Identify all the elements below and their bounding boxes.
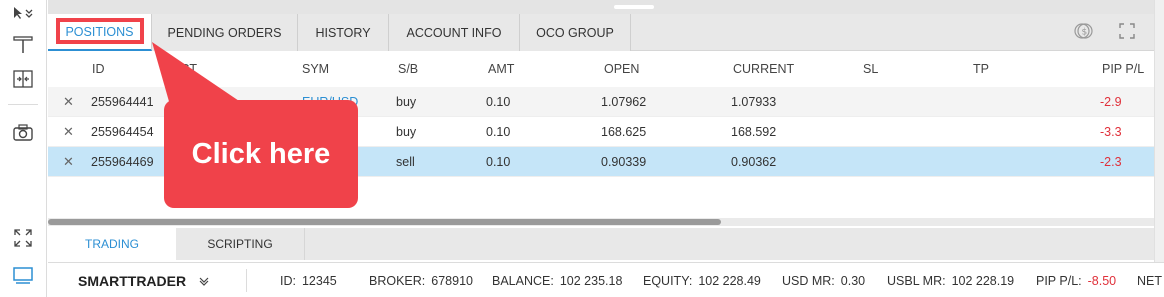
bottom-tab-bar: TRADING SCRIPTING [48, 228, 1154, 260]
tab-label: OCO GROUP [536, 25, 614, 40]
cell-pip-pl: -2.9 [1100, 94, 1122, 109]
status-usd-mr: USD MR: 0.30 [782, 263, 865, 297]
cell-id: 255964469 [91, 154, 154, 169]
status-usdmr-value: 0.30 [840, 273, 866, 288]
close-position-icon[interactable]: ✕ [63, 117, 74, 146]
cell-side: buy [396, 94, 417, 109]
expand-icon[interactable] [10, 225, 36, 251]
status-balance-label: BALANCE: [492, 273, 554, 288]
scrollbar-thumb[interactable] [48, 219, 721, 225]
tab-account-info[interactable]: ACCOUNT INFO [389, 14, 520, 51]
tab-label: ACCOUNT INFO [406, 25, 502, 40]
cell-id: 255964454 [91, 124, 154, 139]
tab-label: PENDING ORDERS [167, 25, 282, 40]
tab-scripting[interactable]: SCRIPTING [176, 228, 305, 260]
highlight-box [56, 18, 144, 44]
status-broker-label: BROKER: [369, 273, 426, 288]
tab-history[interactable]: HISTORY [298, 14, 389, 51]
col-amt[interactable]: AMT [488, 51, 514, 87]
cell-side: sell [396, 154, 415, 169]
panel-top-strip [48, 0, 1154, 14]
cursor-icon[interactable] [10, 0, 36, 26]
click-here-callout: Click here [164, 100, 358, 208]
cell-amt: 0.10 [486, 94, 511, 109]
status-id: ID: 12345 [280, 263, 337, 297]
status-bar: SMARTTRADER ID: 12345 BROKER: 678910 BALAN… [48, 262, 1164, 297]
split-icon[interactable] [10, 66, 36, 92]
status-balance: BALANCE: 102 235.18 [492, 263, 622, 297]
camera-icon[interactable] [10, 120, 36, 146]
horizontal-line-icon[interactable] [10, 31, 36, 57]
fullscreen-icon[interactable] [1118, 22, 1136, 43]
tab-label: TRADING [85, 237, 139, 251]
cell-amt: 0.10 [486, 154, 511, 169]
col-current[interactable]: CURRENT [733, 51, 794, 87]
status-id-label: ID: [280, 273, 296, 288]
cell-current: 168.592 [731, 124, 777, 139]
tab-trading[interactable]: TRADING [48, 228, 176, 260]
col-tp[interactable]: TP [973, 51, 989, 87]
cell-current: 1.07933 [731, 94, 777, 109]
status-equity: EQUITY: 102 228.49 [643, 263, 761, 297]
toolbar-divider [8, 104, 38, 105]
status-divider [246, 269, 247, 292]
col-sym[interactable]: SYM [302, 51, 329, 87]
status-pip-pl: PIP P/L: -8.50 [1036, 263, 1116, 297]
status-equity-value: 102 228.49 [698, 273, 761, 288]
col-id[interactable]: ID [92, 51, 105, 87]
vertical-scrollbar[interactable] [1154, 0, 1164, 262]
status-pippl-value: -8.50 [1087, 273, 1117, 288]
status-usblmr-label: USBL MR: [887, 273, 946, 288]
cell-amt: 0.10 [486, 124, 511, 139]
app-name[interactable]: SMARTTRADER [78, 263, 186, 297]
status-pippl-label: PIP P/L: [1036, 273, 1082, 288]
status-net: NET [1137, 263, 1164, 297]
status-usblmr-value: 102 228.19 [951, 273, 1015, 288]
status-balance-value: 102 235.18 [559, 273, 623, 288]
cell-pip-pl: -3.3 [1100, 124, 1122, 139]
tab-label: SCRIPTING [207, 237, 273, 251]
col-open[interactable]: OPEN [604, 51, 639, 87]
currency-icon[interactable]: $ [1074, 22, 1094, 43]
cell-open: 168.625 [601, 124, 647, 139]
drag-handle[interactable] [614, 5, 654, 9]
monitor-icon[interactable] [10, 262, 36, 288]
cell-current: 0.90362 [731, 154, 777, 169]
chevron-down-icon[interactable] [199, 263, 209, 297]
tab-label: HISTORY [315, 25, 371, 40]
status-usdmr-label: USD MR: [782, 273, 835, 288]
cell-side: buy [396, 124, 417, 139]
close-position-icon[interactable]: ✕ [63, 87, 74, 116]
col-sl[interactable]: SL [863, 51, 878, 87]
cell-pip-pl: -2.3 [1100, 154, 1122, 169]
left-toolbar [0, 0, 47, 297]
callout-text: Click here [191, 137, 331, 170]
svg-text:$: $ [1082, 28, 1088, 38]
tab-positions[interactable]: POSITIONS [48, 14, 152, 51]
col-side[interactable]: S/B [398, 51, 418, 87]
status-equity-label: EQUITY: [643, 273, 693, 288]
tab-oco-group[interactable]: OCO GROUP [520, 14, 631, 51]
horizontal-scrollbar[interactable] [48, 218, 1154, 226]
status-usbl-mr: USBL MR: 102 228.19 [887, 263, 1014, 297]
cell-id: 255964441 [91, 94, 154, 109]
close-position-icon[interactable]: ✕ [63, 147, 74, 176]
col-pip-pl[interactable]: PIP P/L [1102, 51, 1144, 87]
status-id-value: 12345 [301, 273, 337, 288]
status-broker-value: 678910 [431, 273, 473, 288]
status-broker: BROKER: 678910 [369, 263, 473, 297]
status-net-label: NET [1137, 273, 1162, 288]
cell-open: 0.90339 [601, 154, 647, 169]
cell-open: 1.07962 [601, 94, 647, 109]
tab-bar-actions: $ [1074, 22, 1136, 43]
